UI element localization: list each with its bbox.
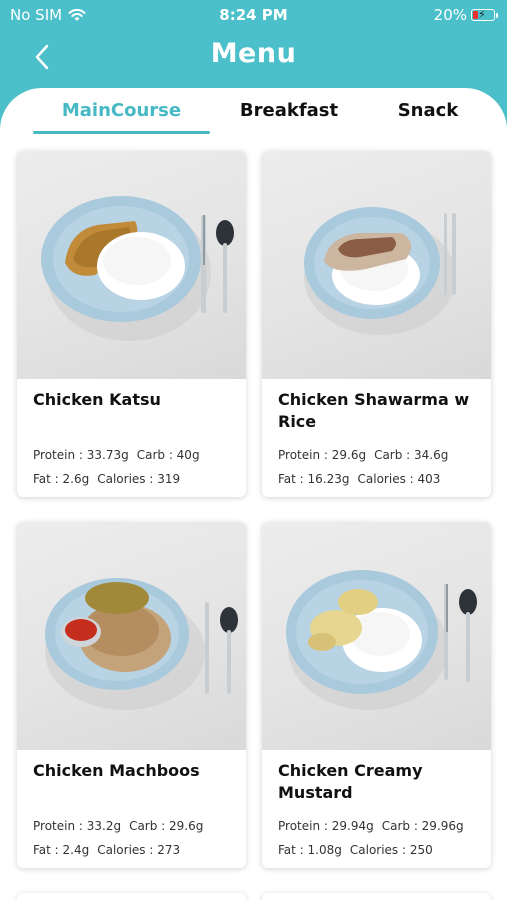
protein-value: Protein : 33.2g: [33, 819, 122, 833]
tab-breakfast[interactable]: Breakfast: [230, 100, 348, 121]
nutrition-info: Protein : 33.73g Carb : 40g Fat : 2.6g Cal…: [33, 443, 245, 491]
battery-percent: 20%: [433, 6, 467, 24]
protein-value: Protein : 29.6g: [278, 448, 367, 462]
carb-value: Carb : 34.6g: [374, 448, 449, 462]
tab-snack[interactable]: Snack: [385, 100, 471, 121]
calories-value: Calories : 319: [97, 472, 181, 486]
protein-value: Protein : 33.73g: [33, 448, 129, 462]
menu-item-card[interactable]: Chicken Shawarma w Rice Protein : 29.6g C…: [262, 151, 491, 497]
carb-value: Carb : 29.6g: [129, 819, 204, 833]
menu-item-card[interactable]: Chicken Katsu Protein : 33.73g Carb : 40g…: [17, 151, 246, 497]
calories-value: Calories : 250: [349, 843, 433, 857]
menu-item-card[interactable]: Chicken Creamy Mustard Protein : 29.94g C…: [262, 522, 491, 868]
fat-value: Fat : 2.4g: [33, 843, 90, 857]
battery-icon: ⚡: [471, 8, 498, 21]
nutrition-info: Protein : 29.6g Carb : 34.6g Fat : 16.23g…: [278, 443, 490, 491]
dish-name: Chicken Katsu: [33, 390, 161, 409]
nutrition-info: Protein : 33.2g Carb : 29.6g Fat : 2.4g Ca…: [33, 814, 245, 862]
dish-name: Chicken Creamy Mustard: [278, 761, 423, 802]
protein-value: Protein : 29.94g: [278, 819, 374, 833]
calories-value: Calories : 403: [357, 472, 441, 486]
tab-maincourse[interactable]: MainCourse: [33, 100, 210, 121]
dish-image: [17, 151, 246, 379]
category-tabs: MainCourse Breakfast Snack: [0, 88, 507, 138]
dish-image: [17, 522, 246, 750]
menu-content: MainCourse Breakfast Snack Chicken Katsu: [0, 88, 507, 900]
dish-image: [262, 151, 491, 379]
fat-value: Fat : 1.08g: [278, 843, 342, 857]
dish-name: Chicken Machboos: [33, 761, 200, 780]
nutrition-info: Protein : 29.94g Carb : 29.96g Fat : 1.08…: [278, 814, 490, 862]
fat-value: Fat : 16.23g: [278, 472, 350, 486]
dish-image: [262, 522, 491, 750]
calories-value: Calories : 273: [97, 843, 181, 857]
status-time: 8:24 PM: [219, 6, 288, 24]
status-bar: No SIM 8:24 PM 20% ⚡: [0, 0, 507, 30]
status-right: 20% ⚡: [433, 6, 498, 24]
menu-item-card[interactable]: [262, 893, 491, 900]
page-title: Menu: [210, 38, 297, 69]
menu-item-card[interactable]: Chicken Machboos Protein : 33.2g Carb : 2…: [17, 522, 246, 868]
menu-item-card[interactable]: [17, 893, 246, 900]
carb-value: Carb : 29.96g: [381, 819, 464, 833]
carb-value: Carb : 40g: [136, 448, 200, 462]
fat-value: Fat : 2.6g: [33, 472, 90, 486]
active-tab-indicator: [33, 131, 210, 134]
dish-name: Chicken Shawarma w Rice: [278, 390, 470, 431]
